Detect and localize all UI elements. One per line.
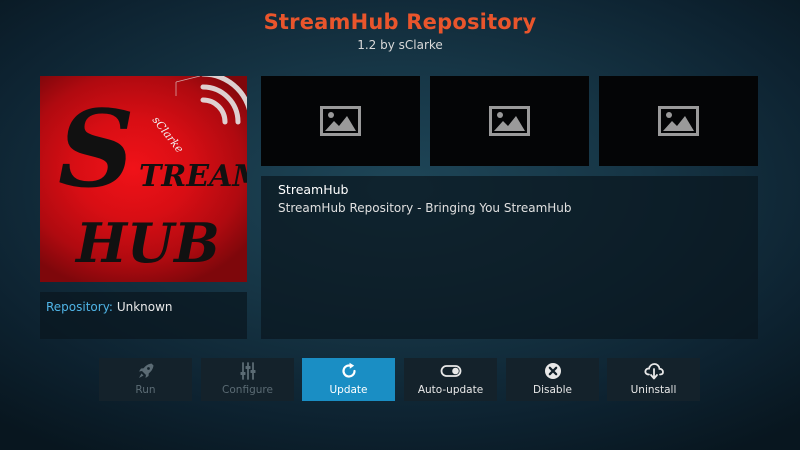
image-placeholder-icon — [320, 106, 361, 136]
run-button-label: Run — [135, 384, 156, 396]
description-title: StreamHub — [278, 182, 349, 197]
rocket-icon — [138, 363, 153, 378]
toggle-icon — [440, 365, 461, 377]
repository-line: Repository: Unknown — [46, 299, 173, 315]
addon-version-author: 1.2 by sClarke — [357, 38, 443, 52]
logo-word-hub: HUB — [74, 211, 220, 275]
cloud-download-icon — [643, 363, 664, 380]
repository-info-panel: Repository: Unknown — [40, 292, 247, 339]
configure-button-label: Configure — [222, 384, 273, 396]
addon-title: StreamHub Repository — [263, 10, 537, 34]
logo-letter-s: S — [58, 86, 135, 211]
image-placeholder-icon — [489, 106, 530, 136]
screenshot-thumbnail-3[interactable] — [599, 76, 758, 166]
auto-update-button[interactable]: Auto-update — [404, 358, 497, 401]
description-text: StreamHub Repository - Bringing You Stre… — [278, 201, 572, 215]
logo-word-tream: TREAM — [139, 159, 247, 194]
repository-value: Unknown — [116, 300, 173, 314]
sliders-icon — [240, 362, 255, 380]
run-button[interactable]: Run — [99, 358, 192, 401]
auto-update-button-label: Auto-update — [417, 384, 484, 396]
disable-button[interactable]: Disable — [506, 358, 599, 401]
screenshot-thumbnail-1[interactable] — [261, 76, 420, 166]
repository-label: Repository: — [46, 300, 113, 314]
disable-button-label: Disable — [533, 384, 572, 396]
uninstall-button[interactable]: Uninstall — [607, 358, 700, 401]
logo-signature: sClarke — [150, 114, 187, 156]
uninstall-button-label: Uninstall — [630, 384, 677, 396]
header: StreamHub Repository 1.2 by sClarke — [0, 8, 800, 53]
update-button-label: Update — [329, 384, 368, 396]
addon-fanart-logo: sClarke S TREAM HUB — [40, 76, 247, 282]
update-button[interactable]: Update — [302, 358, 395, 401]
refresh-icon — [341, 362, 356, 378]
close-circle-icon — [544, 363, 561, 379]
description-panel: StreamHub StreamHub Repository - Bringin… — [261, 176, 758, 339]
configure-button[interactable]: Configure — [201, 358, 294, 401]
screenshot-thumbnail-2[interactable] — [430, 76, 589, 166]
broadcast-icon — [200, 76, 247, 125]
image-placeholder-icon — [658, 106, 699, 136]
